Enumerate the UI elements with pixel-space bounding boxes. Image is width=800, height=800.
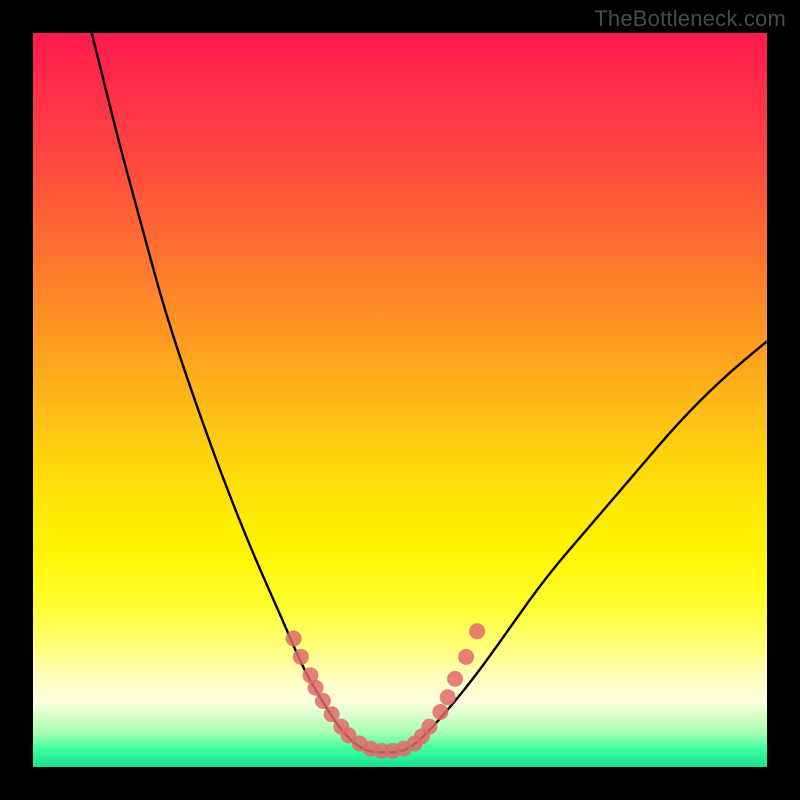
highlight-dot [286, 631, 302, 647]
highlight-dot [458, 649, 474, 665]
chart-plot-area [33, 33, 767, 767]
highlight-dot [421, 719, 437, 735]
bottleneck-curve-path [92, 33, 767, 752]
highlight-dot [440, 689, 456, 705]
bottleneck-curve-svg [33, 33, 767, 767]
highlight-dot [315, 693, 331, 709]
highlight-dot [293, 649, 309, 665]
watermark-text: TheBottleneck.com [594, 6, 786, 32]
highlight-dot [469, 623, 485, 639]
highlight-dots-group [286, 623, 486, 759]
highlight-dot [432, 704, 448, 720]
highlight-dot [447, 671, 463, 687]
